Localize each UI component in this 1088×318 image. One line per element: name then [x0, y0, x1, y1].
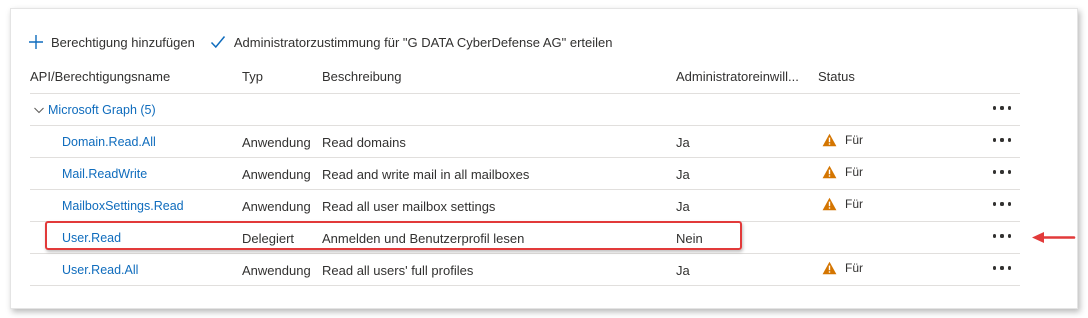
column-header-name[interactable]: API/Berechtigungsname — [30, 69, 170, 84]
toolbar: Berechtigung hinzufügen Administratorzus… — [28, 32, 613, 52]
permission-link[interactable]: User.Read.All — [62, 263, 138, 277]
warning-icon — [822, 197, 837, 211]
divider — [30, 285, 1020, 286]
status-text: Für — [845, 197, 863, 211]
table-header: API/Berechtigungsname Typ Beschreibung A… — [0, 69, 1088, 89]
admin-consent-required: Ja — [676, 135, 690, 150]
column-header-type[interactable]: Typ — [242, 69, 263, 84]
table-row: User.Read.All Anwendung Read all users' … — [0, 254, 1088, 286]
table-row: MailboxSettings.Read Anwendung Read all … — [0, 190, 1088, 222]
status-text: Für — [845, 165, 863, 179]
permission-type: Anwendung — [242, 263, 311, 278]
plus-icon — [29, 35, 43, 49]
more-icon[interactable] — [993, 261, 1011, 275]
status-cell: Für — [818, 133, 863, 147]
permission-type: Anwendung — [242, 167, 311, 182]
permission-type: Anwendung — [242, 135, 311, 150]
column-header-description[interactable]: Beschreibung — [322, 69, 402, 84]
status-cell: Für — [818, 197, 863, 211]
grant-admin-consent-button[interactable]: Administratorzustimmung für "G DATA Cybe… — [210, 34, 613, 50]
more-icon[interactable] — [993, 101, 1011, 115]
more-icon[interactable] — [993, 197, 1011, 211]
status-cell: Für — [818, 165, 863, 179]
warning-icon — [822, 261, 837, 275]
status-text: Für — [845, 261, 863, 275]
permission-link[interactable]: Domain.Read.All — [62, 135, 156, 149]
add-permission-button[interactable]: Berechtigung hinzufügen — [28, 34, 195, 50]
admin-consent-required: Ja — [676, 199, 690, 214]
more-icon[interactable] — [993, 133, 1011, 147]
warning-icon — [822, 165, 837, 179]
table-row: Domain.Read.All Anwendung Read domains J… — [0, 126, 1088, 158]
permission-description: Read all user mailbox settings — [322, 199, 496, 214]
warning-icon — [822, 133, 837, 147]
column-header-admin-consent[interactable]: Administratoreinwill... — [676, 69, 799, 84]
admin-consent-required: Ja — [676, 263, 690, 278]
add-permission-label: Berechtigung hinzufügen — [51, 34, 195, 50]
permission-description: Read and write mail in all mailboxes — [322, 167, 530, 182]
group-row: Microsoft Graph (5) — [0, 94, 1088, 126]
permission-description: Read all users' full profiles — [322, 263, 474, 278]
permission-link[interactable]: MailboxSettings.Read — [62, 199, 184, 213]
status-cell: Für — [818, 261, 863, 275]
permission-link[interactable]: Mail.ReadWrite — [62, 167, 147, 181]
column-header-status[interactable]: Status — [818, 69, 855, 84]
highlight-box — [45, 221, 742, 250]
chevron-down-icon — [34, 107, 44, 114]
admin-consent-required: Ja — [676, 167, 690, 182]
more-icon[interactable] — [993, 165, 1011, 179]
checkmark-icon — [210, 36, 225, 49]
permission-type: Anwendung — [242, 199, 311, 214]
permission-description: Read domains — [322, 135, 406, 150]
arrow-left-icon — [1032, 232, 1076, 243]
more-icon[interactable] — [993, 229, 1011, 243]
group-label: Microsoft Graph (5) — [48, 103, 156, 117]
table-row: Mail.ReadWrite Anwendung Read and write … — [0, 158, 1088, 190]
status-text: Für — [845, 133, 863, 147]
grant-admin-consent-label: Administratorzustimmung für "G DATA Cybe… — [233, 34, 613, 50]
group-toggle-microsoft-graph[interactable]: Microsoft Graph (5) — [33, 103, 156, 117]
